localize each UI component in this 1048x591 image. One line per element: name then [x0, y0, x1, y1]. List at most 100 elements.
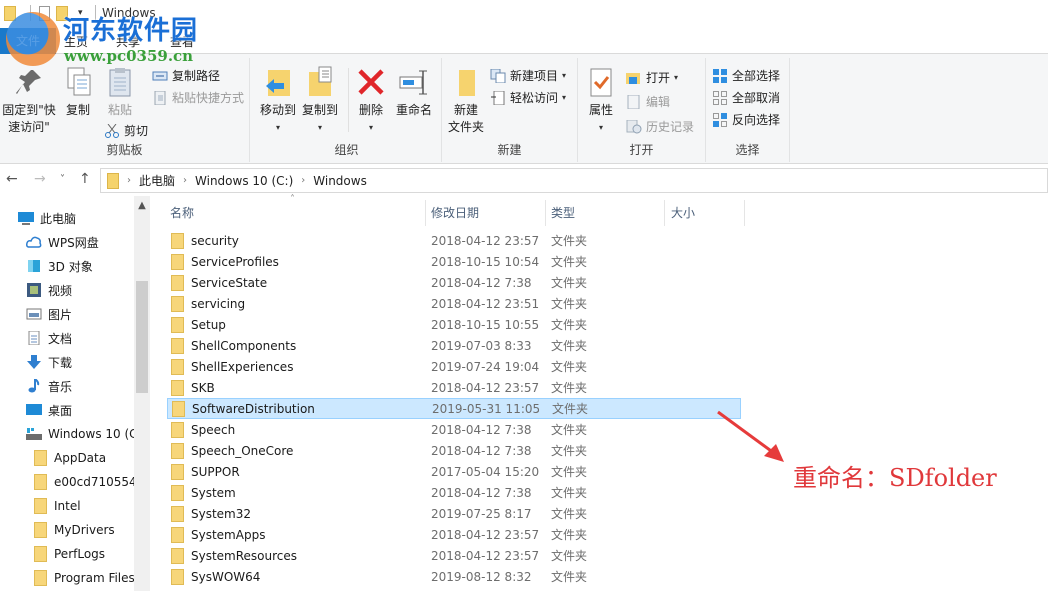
properties-button[interactable]: 属性 ▾ — [584, 66, 618, 136]
easy-access-button[interactable]: 轻松访问 ▾ — [490, 89, 566, 106]
file-row[interactable]: Speech_OneCore 2018-04-12 7:38 文件夹 — [167, 440, 741, 461]
clipboard-group-label: 剪贴板 — [106, 143, 143, 157]
file-row[interactable]: ShellComponents 2019-07-03 8:33 文件夹 — [167, 335, 741, 356]
cut-button[interactable]: 剪切 — [104, 122, 148, 139]
back-arrow-icon[interactable]: ← — [6, 171, 18, 187]
file-date: 2018-10-15 10:54 — [431, 254, 540, 269]
file-row[interactable]: SUPPOR 2017-05-04 15:20 文件夹 — [167, 461, 741, 482]
new-folder-icon — [450, 66, 482, 98]
sidebar-item-label: 3D 对象 — [48, 259, 93, 274]
forward-arrow-icon[interactable]: → — [34, 171, 46, 187]
edit-button[interactable]: 编辑 — [626, 93, 670, 110]
paste-button[interactable]: 粘贴 — [102, 66, 138, 119]
scroll-up-icon[interactable]: ▲ — [134, 200, 150, 211]
new-folder-label-2: 文件夹 — [447, 120, 484, 134]
column-header-size[interactable]: 大小 — [671, 204, 695, 221]
dropdown-caret-icon: ▾ — [562, 93, 567, 102]
copy-path-button[interactable]: 复制路径 — [152, 67, 220, 84]
breadcrumb-item[interactable]: Windows 10 (C:) — [195, 174, 293, 188]
move-to-button[interactable]: 移动到 ▾ — [258, 66, 298, 136]
folder-icon — [171, 547, 184, 564]
column-divider[interactable] — [545, 200, 546, 226]
pin-quick-access-button[interactable]: 固定到"快 速访问" — [0, 66, 58, 136]
column-header-date[interactable]: 修改日期 — [431, 204, 479, 221]
history-button[interactable]: 历史记录 — [626, 118, 694, 135]
file-row[interactable]: SystemResources 2018-04-12 23:57 文件夹 — [167, 545, 741, 566]
folder-icon — [171, 358, 184, 375]
paste-icon — [104, 66, 136, 98]
column-header-type[interactable]: 类型 — [551, 204, 575, 221]
folder-icon — [172, 400, 185, 417]
chevron-right-icon[interactable]: › — [183, 175, 187, 186]
video-icon — [26, 283, 42, 297]
file-name: SystemApps — [191, 527, 266, 542]
sidebar-item-folder[interactable]: Program Files — [34, 567, 134, 589]
column-divider[interactable] — [664, 200, 665, 226]
file-row[interactable]: security 2018-04-12 23:57 文件夹 — [167, 230, 741, 251]
file-row[interactable]: SoftwareDistribution 2019-05-31 11:05 文件夹 — [167, 398, 741, 419]
column-divider[interactable] — [744, 200, 745, 226]
dropdown-caret-icon: ▾ — [368, 123, 373, 132]
folder-icon — [34, 450, 47, 466]
address-bar[interactable]: › 此电脑 › Windows 10 (C:) › Windows — [100, 168, 1048, 193]
history-icon — [626, 119, 642, 134]
open-group: 属性 ▾ 打开 ▾ 编辑 历史记录 打开 — [578, 58, 706, 162]
column-header-name[interactable]: 名称 — [170, 204, 194, 221]
file-name: Speech — [191, 422, 236, 437]
copy-button[interactable]: 复制 — [60, 66, 96, 119]
chevron-right-icon[interactable]: › — [127, 175, 131, 186]
open-button[interactable]: 打开 ▾ — [626, 69, 678, 86]
folder-icon — [171, 505, 184, 522]
rename-button[interactable]: 重命名 — [392, 66, 436, 119]
column-divider[interactable] — [425, 200, 426, 226]
sidebar-item-label: 下载 — [48, 355, 73, 370]
file-row[interactable]: ServiceState 2018-04-12 7:38 文件夹 — [167, 272, 741, 293]
file-type: 文件夹 — [551, 528, 588, 542]
copy-to-button[interactable]: 复制到 ▾ — [300, 66, 340, 136]
folder-icon — [171, 232, 184, 249]
file-row[interactable]: System 2018-04-12 7:38 文件夹 — [167, 482, 741, 503]
file-row[interactable]: SystemApps 2018-04-12 23:57 文件夹 — [167, 524, 741, 545]
file-date: 2018-10-15 10:55 — [431, 317, 540, 332]
delete-button[interactable]: 删除 ▾ — [352, 66, 390, 136]
breadcrumb-item[interactable]: Windows — [313, 174, 367, 188]
file-date: 2019-07-25 8:17 — [431, 506, 532, 521]
sidebar-item-label: WPS网盘 — [48, 235, 99, 250]
paste-shortcut-button[interactable]: 粘贴快捷方式 — [152, 89, 244, 106]
invert-selection-button[interactable]: 反向选择 — [712, 111, 780, 128]
sidebar-item-this-pc[interactable]: 此电脑 — [18, 207, 152, 229]
file-row[interactable]: Setup 2018-10-15 10:55 文件夹 — [167, 314, 741, 335]
watermark-logo — [6, 12, 60, 66]
desktop-icon — [26, 403, 42, 417]
folder-icon — [171, 568, 184, 585]
new-item-button[interactable]: 新建项目 ▾ — [490, 67, 566, 84]
file-row[interactable]: SysWOW64 2019-08-12 8:32 文件夹 — [167, 566, 741, 587]
folder-icon — [34, 474, 47, 490]
select-none-button[interactable]: 全部取消 — [712, 89, 780, 106]
select-all-label: 全部选择 — [732, 69, 781, 83]
file-row[interactable]: System32 2019-07-25 8:17 文件夹 — [167, 503, 741, 524]
recent-locations-icon[interactable]: ˅ — [60, 174, 65, 185]
file-date: 2018-04-12 23:57 — [431, 548, 540, 563]
new-folder-button[interactable]: 新建 文件夹 — [446, 66, 486, 136]
invert-selection-label: 反向选择 — [732, 113, 781, 127]
file-row[interactable]: ShellExperiences 2019-07-24 19:04 文件夹 — [167, 356, 741, 377]
select-all-button[interactable]: 全部选择 — [712, 67, 780, 84]
scrollbar-thumb[interactable] — [136, 281, 148, 393]
breadcrumb-item[interactable]: 此电脑 — [139, 172, 175, 189]
history-label: 历史记录 — [646, 120, 695, 134]
sidebar-scrollbar[interactable]: ▲ — [134, 196, 150, 591]
up-arrow-icon[interactable]: ↑ — [79, 171, 91, 187]
file-row[interactable]: ServiceProfiles 2018-10-15 10:54 文件夹 — [167, 251, 741, 272]
paste-shortcut-label: 粘贴快捷方式 — [172, 91, 245, 105]
select-all-icon — [712, 68, 728, 83]
folder-icon — [34, 546, 47, 562]
sidebar-item-label: 图片 — [48, 307, 73, 322]
file-row[interactable]: Speech 2018-04-12 7:38 文件夹 — [167, 419, 741, 440]
file-date: 2019-07-03 8:33 — [431, 338, 532, 353]
file-name: Setup — [191, 317, 226, 332]
sidebar-item-label: 音乐 — [48, 379, 73, 394]
chevron-right-icon[interactable]: › — [301, 175, 305, 186]
file-row[interactable]: servicing 2018-04-12 23:51 文件夹 — [167, 293, 741, 314]
file-row[interactable]: SKB 2018-04-12 23:57 文件夹 — [167, 377, 741, 398]
